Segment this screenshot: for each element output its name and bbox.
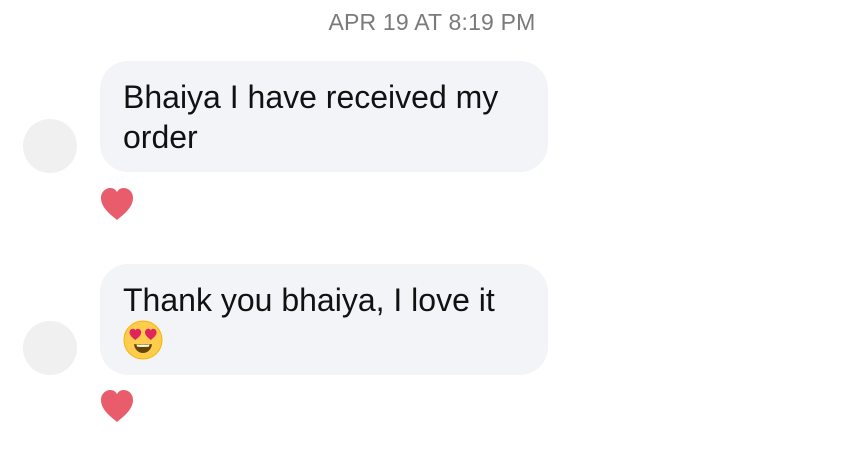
heart-icon[interactable] — [99, 187, 135, 221]
heart-icon[interactable] — [99, 389, 135, 423]
message-timestamp: APR 19 AT 8:19 PM — [328, 9, 536, 35]
message-text: Thank you bhaiya, I love it — [123, 282, 495, 318]
chat-thread: APR 19 AT 8:19 PM Bhaiya I have received… — [0, 0, 864, 450]
message-bubble[interactable]: Bhaiya I have received my order — [100, 61, 548, 172]
sender-avatar[interactable] — [23, 119, 77, 173]
message-bubble[interactable]: Thank you bhaiya, I love it — [100, 264, 548, 375]
heart-eyes-emoji — [123, 320, 163, 360]
message-text: Bhaiya I have received my order — [123, 79, 499, 155]
sender-avatar[interactable] — [23, 321, 77, 375]
